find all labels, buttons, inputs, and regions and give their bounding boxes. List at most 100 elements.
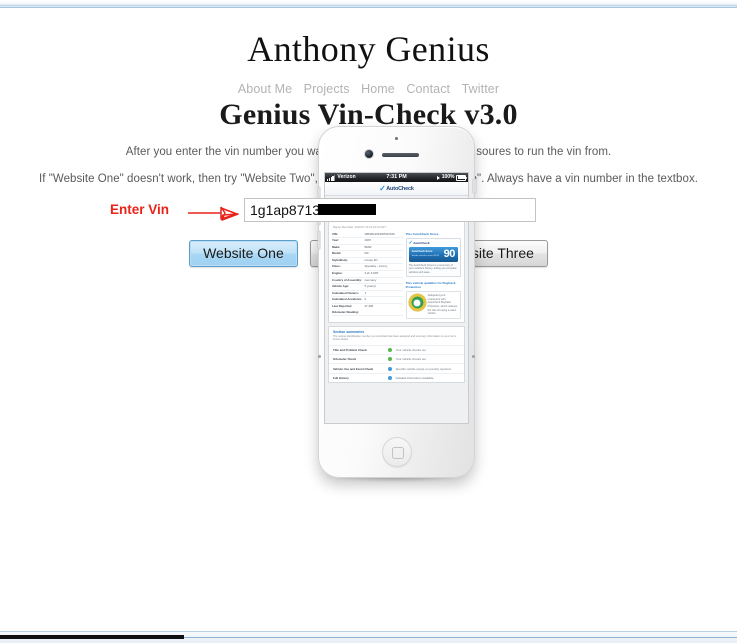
status-dot-icon	[387, 347, 392, 352]
front-camera-icon	[365, 150, 373, 158]
table-row: Odometer Check Your vehicle checks out	[329, 354, 464, 363]
page-content: Anthony Genius About Me Projects Home Co…	[0, 8, 737, 625]
power-button	[473, 179, 476, 193]
spec-key: Class:	[332, 264, 341, 269]
autocheck-logo: ✓ AutoCheck	[379, 183, 414, 193]
summary-label: Odometer Check	[333, 357, 357, 362]
table-row: Make: BMW	[332, 245, 403, 252]
check-mark-icon: ✓	[408, 239, 413, 246]
table-row: Calculated Accidents: 0	[332, 297, 403, 305]
table-row: Country of Assembly: Germany	[332, 278, 403, 285]
buyback-heading: This vehicle qualifies for Buyback Prote…	[405, 281, 456, 290]
page-title: Anthony Genius	[247, 29, 490, 69]
spec-value: 47,283	[364, 304, 374, 309]
nav-link-about-me[interactable]: About Me	[238, 82, 292, 96]
table-row: Full History Detailed information availa…	[329, 372, 464, 382]
table-row: Class: Specialty - Luxury	[332, 264, 403, 272]
spec-key: Country of Assembly:	[332, 277, 362, 282]
table-row: Calculated Owners: 1	[332, 291, 403, 298]
autocheck-logo-small: ✓ AutoCheck	[408, 239, 458, 246]
battery-icon	[456, 174, 467, 181]
score-description: The AutoCheck Score is a summary of your…	[408, 263, 457, 274]
summary-status: Detailed information available	[395, 375, 434, 380]
summary-label: Full History	[333, 375, 349, 380]
vin-input[interactable]	[244, 198, 536, 223]
red-arrow-annotation-icon	[188, 206, 239, 221]
spec-key: Last Reported Odometer Reading:	[332, 304, 359, 314]
silent-switch	[317, 187, 320, 198]
nav-link-contact[interactable]: Contact	[406, 82, 450, 96]
spec-value: 1	[364, 290, 367, 295]
buyback-seal-icon	[408, 294, 426, 312]
table-row: Model: M3	[332, 251, 403, 258]
spec-value: 3.2L 6 MPI	[364, 271, 379, 276]
home-square-icon	[391, 447, 404, 459]
summary-label: Title and Problem Check	[333, 347, 367, 352]
score-value: 90	[443, 247, 456, 260]
spec-key: Calculated Accidents:	[332, 297, 363, 302]
score-section-heading: This AutoCheck Score	[405, 231, 439, 236]
spec-value: 2005	[364, 238, 371, 243]
enter-vin-annotation-label: Enter Vin	[110, 202, 170, 218]
phone-illustration: Verizon 7:31 PM 100% ✓ AutoCheck Report …	[0, 126, 737, 482]
spec-key: Calculated Owners:	[332, 290, 359, 295]
spec-key: VIN:	[332, 231, 338, 236]
autocheck-header: ✓ AutoCheck	[325, 182, 468, 196]
summary-heading: Section summaries	[333, 329, 365, 334]
vin-entry-row: Enter Vin	[0, 198, 737, 226]
spec-value: Specialty - Luxury	[364, 264, 388, 269]
report-body: AutoCheck Vehicle History Report 2005 BM…	[325, 196, 468, 423]
redaction-bar	[318, 204, 376, 216]
table-row: Engine: 3.2L 6 MPI	[332, 271, 403, 278]
spec-value: 0	[364, 297, 367, 302]
table-row: Last Reported Odometer Reading: 47,283	[332, 304, 403, 317]
spec-key: Style/Body:	[332, 257, 348, 262]
iphone-device: Verizon 7:31 PM 100% ✓ AutoCheck Report …	[317, 126, 476, 478]
phone-sensor-icon	[395, 137, 398, 140]
spec-value: M3	[364, 251, 369, 256]
check-mark-icon: ✓	[379, 183, 386, 193]
autocheck-brand-label: AutoCheck	[386, 185, 414, 192]
summary-status: Specific vehicle use(s) or event(s) repo…	[395, 366, 451, 371]
earpiece-speaker-icon	[382, 153, 419, 157]
table-row: VIN: WBSBL93435PN02640	[332, 232, 403, 239]
volume-down-button	[317, 231, 320, 249]
battery-percent-label: 100%	[441, 174, 455, 180]
nav-link-projects[interactable]: Projects	[304, 82, 350, 96]
status-bar-right: 100%	[437, 173, 467, 182]
report-columns: VIN: WBSBL93435PN02640 Year: 2005 Make: …	[329, 232, 464, 322]
site-nav: About Me Projects Home Contact Twitter	[0, 82, 737, 96]
section-summaries-card: Section summaries The unique identificat…	[328, 325, 465, 384]
table-row: Year: 2005	[332, 238, 403, 245]
summary-label: Vehicle Use and Event Check	[333, 366, 374, 371]
spec-value: 5 year(s)	[364, 284, 376, 289]
taskbar-strip[interactable]	[0, 635, 184, 639]
status-dot-icon	[387, 366, 392, 371]
vehicle-specs-table: VIN: WBSBL93435PN02640 Year: 2005 Make: …	[332, 232, 403, 319]
score-badge: AutoCheck Score Similar vehicles score 8…	[408, 246, 458, 262]
spec-key: Engine:	[332, 271, 343, 276]
table-row: Vehicle Use and Event Check Specific veh…	[329, 363, 464, 372]
home-button[interactable]	[381, 437, 412, 467]
spec-key: Year:	[332, 238, 340, 243]
antenna-notch-left	[318, 355, 321, 358]
nav-link-home[interactable]: Home	[361, 82, 395, 96]
summary-subtext: The unique identification number you sub…	[333, 334, 457, 342]
browser-top-chrome	[0, 0, 737, 8]
buyback-description: Safeguard your investment with AutoCheck…	[427, 294, 458, 316]
status-dot-icon	[387, 357, 392, 362]
spec-value: WBSBL93435PN02640	[364, 231, 395, 236]
autocheck-score-panel: ✓ AutoCheck AutoCheck Score Similar vehi…	[405, 237, 461, 278]
spec-key: Model:	[332, 251, 342, 256]
buyback-panel: Safeguard your investment with AutoCheck…	[405, 291, 461, 319]
table-row: Vehicle Age: 5 year(s)	[332, 284, 403, 291]
table-row: Title and Problem Check Your vehicle che…	[329, 344, 464, 354]
spec-value: BMW	[364, 244, 372, 249]
antenna-notch-right	[472, 355, 475, 358]
score-badge-label: AutoCheck Score	[411, 250, 433, 254]
report-side-column: This AutoCheck Score ✓ AutoCheck AutoChe…	[405, 231, 461, 319]
nav-link-twitter[interactable]: Twitter	[462, 82, 500, 96]
spec-key: Vehicle Age:	[332, 284, 350, 289]
summary-status: Your vehicle checks out	[395, 357, 426, 362]
spec-key: Make:	[332, 244, 341, 249]
